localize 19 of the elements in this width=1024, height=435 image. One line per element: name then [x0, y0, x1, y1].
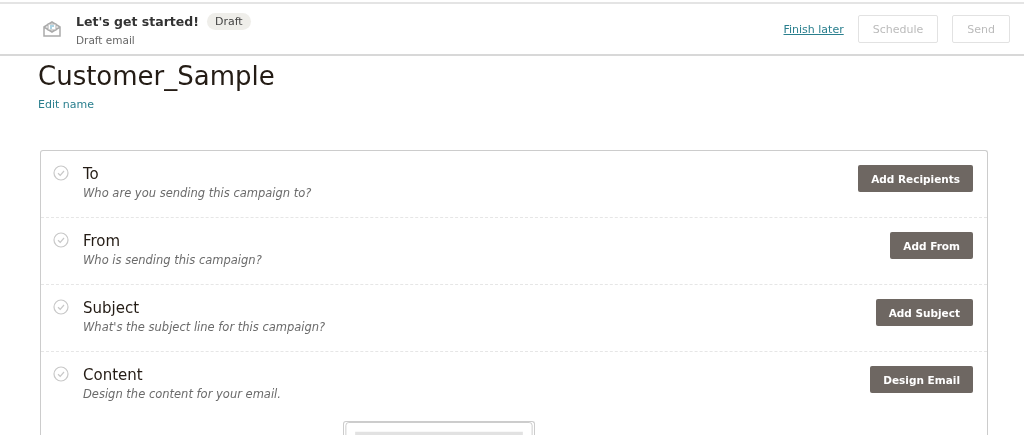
edit-name-link[interactable]: Edit name — [38, 98, 94, 111]
finish-later-link[interactable]: Finish later — [783, 22, 844, 36]
campaign-name: Customer_Sample — [38, 60, 276, 93]
section-action-button[interactable]: Design Email — [870, 366, 973, 393]
envelope-icon — [42, 19, 62, 39]
section-hint: Who are you sending this campaign to? — [83, 186, 313, 200]
page-subtitle: Draft email — [76, 33, 136, 46]
page-heading: Let's get started! — [76, 13, 199, 29]
section-title: Content — [83, 366, 144, 384]
section-hint: Who is sending this campaign? — [83, 253, 263, 267]
section-action-button[interactable]: Add Subject — [875, 299, 973, 326]
section-title: From — [83, 232, 122, 250]
section-title: Subject — [83, 299, 141, 317]
status-badge: Draft — [206, 12, 251, 30]
section-action-button[interactable]: Add From — [890, 232, 973, 259]
section-title: To — [83, 165, 100, 183]
section-action-button[interactable]: Add Recipients — [858, 165, 973, 192]
section-hint: What's the subject line for this campaign? — [83, 320, 327, 334]
section-hint: Design the content for your email. — [83, 387, 282, 401]
